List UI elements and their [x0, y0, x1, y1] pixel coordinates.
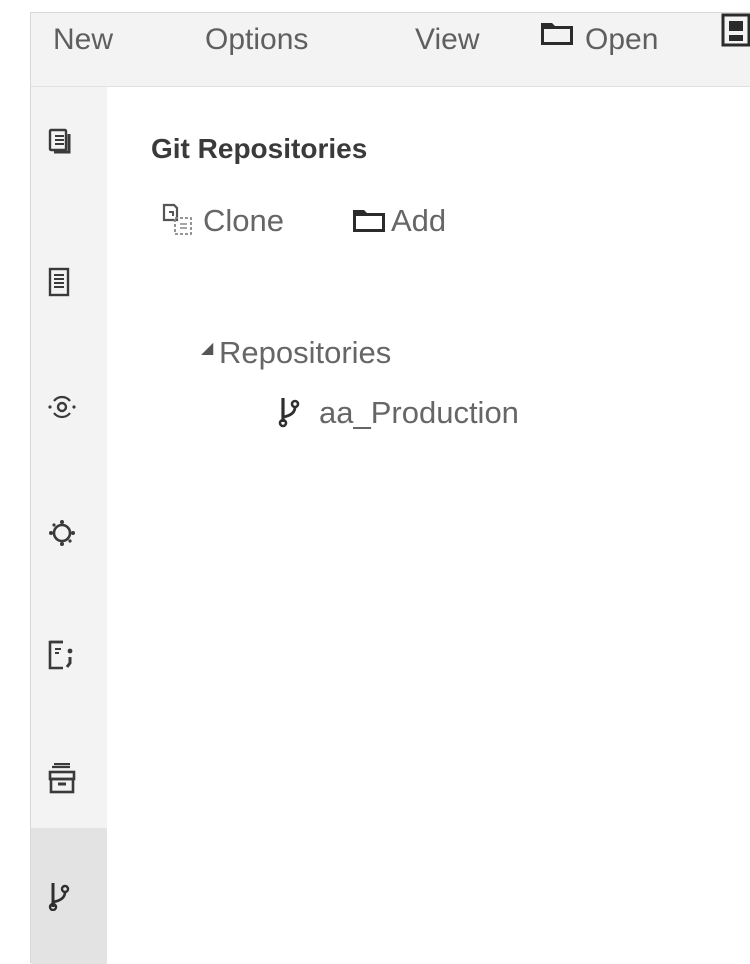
archive-icon — [48, 763, 76, 794]
code-snippet-icon — [48, 640, 73, 670]
sidebar-item-git[interactable] — [31, 828, 107, 964]
git-branch-icon — [278, 397, 300, 428]
tree-node-aa-production[interactable]: aa_Production — [277, 391, 519, 435]
caret-down-icon[interactable]: ◢ — [201, 327, 219, 371]
activity-sidebar — [31, 87, 107, 964]
radio-signal-icon — [48, 395, 76, 419]
menu-options[interactable]: Options — [205, 13, 308, 67]
menu-new[interactable]: New — [53, 13, 113, 67]
sidebar-item-signal[interactable] — [31, 351, 107, 463]
clone-button-label: Clone — [203, 203, 284, 238]
sidebar-item-settings[interactable] — [31, 477, 107, 589]
menu-view[interactable]: View — [415, 13, 479, 67]
menu-save[interactable] — [721, 13, 750, 67]
files-icon — [48, 128, 71, 154]
clone-button[interactable]: Clone — [161, 199, 284, 243]
git-repositories-panel: Git Repositories Clone Add ◢ Repositories — [107, 87, 750, 963]
save-icon — [721, 13, 750, 65]
sidebar-item-archive[interactable] — [31, 723, 107, 835]
sidebar-item-document[interactable] — [31, 227, 107, 339]
menu-options-label: Options — [205, 23, 309, 56]
sidebar-item-snippets[interactable] — [31, 599, 107, 711]
document-icon — [48, 267, 70, 297]
sidebar-item-files[interactable] — [31, 87, 107, 199]
add-button[interactable]: Add — [351, 199, 446, 243]
add-button-label: Add — [391, 203, 447, 238]
tree-node-repositories[interactable]: ◢ Repositories — [201, 331, 391, 375]
git-branch-icon — [48, 883, 70, 911]
gear-icon — [49, 520, 75, 546]
menu-open[interactable]: Open — [539, 13, 658, 67]
repository-label: aa_Production — [319, 395, 519, 430]
menu-bar: New Options View Open — [31, 13, 750, 87]
menu-new-label: New — [53, 23, 114, 56]
menu-open-label: Open — [585, 23, 659, 56]
app-window: New Options View Open Git Repositories C… — [30, 12, 750, 964]
folder-icon — [539, 13, 575, 65]
menu-view-label: View — [415, 23, 480, 56]
panel-title: Git Repositories — [151, 133, 368, 164]
folder-icon — [353, 209, 385, 232]
tree-node-label: Repositories — [219, 335, 392, 370]
clone-icon — [162, 203, 192, 235]
